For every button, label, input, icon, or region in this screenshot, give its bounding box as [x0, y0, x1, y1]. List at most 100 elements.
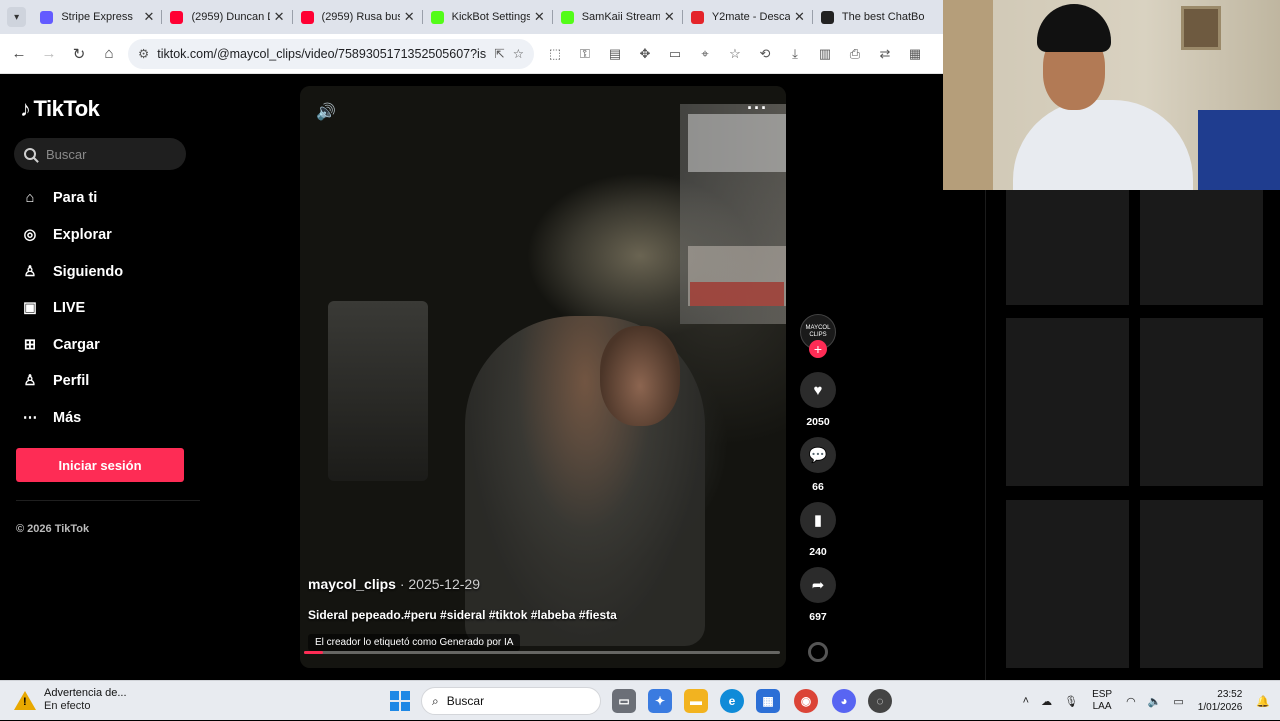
- music-disc-icon[interactable]: [808, 642, 828, 662]
- nav-item-live[interactable]: ▣ LIVE: [20, 298, 85, 318]
- chevron-up-icon[interactable]: ˄: [1023, 695, 1029, 707]
- ai-generated-label: El creador lo etiquetó como Generado por…: [308, 634, 521, 651]
- notification-bell-icon[interactable]: 🔔: [1256, 695, 1270, 708]
- nav-item-siguiendo[interactable]: ♙ Siguiendo: [20, 262, 124, 282]
- tab-title: Y2mate - Descar: [711, 11, 790, 23]
- tiktok-logo[interactable]: ♪ TikTok: [20, 96, 100, 122]
- clock[interactable]: 23:52 1/01/2026: [1198, 688, 1243, 714]
- compass-icon: ◎: [23, 227, 37, 243]
- author-name[interactable]: maycol_clips: [308, 576, 396, 592]
- onedrive-icon[interactable]: ☁: [1041, 695, 1052, 708]
- translate-icon[interactable]: ⇄: [870, 39, 900, 69]
- close-tab-icon[interactable]: ✕: [794, 9, 805, 25]
- close-tab-icon[interactable]: ✕: [144, 9, 155, 25]
- payment-card-icon[interactable]: ▭: [660, 39, 690, 69]
- nav-label: Explorar: [53, 227, 112, 243]
- nav-item-explorar[interactable]: ◎ Explorar: [20, 225, 112, 245]
- nav-item-perfil[interactable]: ♙ Perfil: [20, 371, 90, 391]
- close-tab-icon[interactable]: ✕: [664, 9, 675, 25]
- favorites-icon[interactable]: ☆: [720, 39, 750, 69]
- webcam-overlay: [943, 0, 1280, 190]
- warning-title: Advertencia de...: [44, 687, 127, 699]
- browser-tab[interactable]: Y2mate - Descar ✕: [683, 0, 813, 34]
- tiktok-page: ♪ TikTok Buscar ⌂ Para ti ◎ Explorar ♙ Sigu…: [0, 74, 943, 680]
- avatar-text: MAYCOL CLIPS: [805, 325, 831, 338]
- nav-item-cargar[interactable]: ⊞ Cargar: [20, 335, 100, 355]
- video-progress-bar[interactable]: [304, 651, 780, 654]
- like-heart-icon[interactable]: ♥: [800, 372, 836, 408]
- password-key-icon[interactable]: ⚿: [570, 39, 600, 69]
- nav-item-para-ti[interactable]: ⌂ Para ti: [20, 188, 98, 208]
- kickbot-favicon-icon: [430, 10, 444, 24]
- browser-tab[interactable]: SamKaii Stream ✕: [553, 0, 683, 34]
- reading-list-icon[interactable]: ▤: [600, 39, 630, 69]
- history-icon[interactable]: ⟲: [750, 39, 780, 69]
- delete-icon[interactable]: ▥: [810, 39, 840, 69]
- task-view-icon[interactable]: ▭: [612, 689, 636, 713]
- gallery-thumbnail[interactable]: [1006, 500, 1129, 668]
- security-warning[interactable]: ! Advertencia de... En efecto: [14, 687, 127, 713]
- close-tab-icon[interactable]: ✕: [274, 9, 285, 25]
- home-icon[interactable]: ⌂: [94, 39, 124, 69]
- print-icon[interactable]: ⎙: [840, 39, 870, 69]
- chrome-browser-icon[interactable]: ◉: [794, 689, 818, 713]
- extensions-icon[interactable]: ⬚: [540, 39, 570, 69]
- nav-item-mas[interactable]: ⋯ Más: [20, 408, 81, 428]
- location-pin-icon[interactable]: ⌖: [690, 39, 720, 69]
- wifi-icon[interactable]: ◠: [1126, 695, 1136, 708]
- tab-search-button[interactable]: ▾: [7, 7, 27, 27]
- browser-tab[interactable]: KickBot Settings ✕: [423, 0, 553, 34]
- y2mate-favicon-icon: [690, 10, 704, 24]
- search-input[interactable]: Buscar: [14, 138, 186, 170]
- comment-bubble-icon[interactable]: 💬: [800, 437, 836, 473]
- follow-plus-icon[interactable]: +: [809, 340, 827, 358]
- gallery-thumbnail[interactable]: [1140, 500, 1263, 668]
- browser-toolbar: ← → ↻ ⌂ ⚙ tiktok.com/@maycol_clips/video…: [0, 34, 943, 74]
- webcam-person-shirt: [1013, 100, 1193, 190]
- close-tab-icon[interactable]: ✕: [534, 9, 545, 25]
- language-indicator[interactable]: ESP LAA: [1092, 689, 1112, 713]
- reload-icon[interactable]: ↻: [64, 39, 94, 69]
- volume-icon[interactable]: 🔊: [316, 102, 336, 122]
- more-options-icon[interactable]: ···: [747, 98, 768, 119]
- browser-tab[interactable]: (2959) Duncan D ✕: [162, 0, 293, 34]
- browser-tab[interactable]: The best ChatBo: [813, 0, 943, 34]
- browser-tab[interactable]: (2959) Rusa busc ✕: [293, 0, 423, 34]
- clock-date: 1/01/2026: [1197, 702, 1243, 713]
- comment-count: 66: [812, 481, 824, 493]
- keyboard-layout: LAA: [1092, 701, 1112, 712]
- taskbar-search[interactable]: ⌕ Buscar: [421, 687, 601, 715]
- copilot-icon[interactable]: ✦: [648, 689, 672, 713]
- close-tab-icon[interactable]: ✕: [404, 9, 415, 25]
- browser-tab[interactable]: Stripe Express ✕: [32, 0, 163, 34]
- windows-start-icon[interactable]: [390, 691, 410, 711]
- microsoft-store-icon[interactable]: ▦: [756, 689, 780, 713]
- gallery-thumbnail[interactable]: [1006, 318, 1129, 486]
- battery-icon[interactable]: ▭: [1173, 695, 1183, 708]
- share-arrow-icon[interactable]: ➦: [800, 567, 836, 603]
- file-explorer-icon[interactable]: ▬: [684, 689, 708, 713]
- video-player[interactable]: 🔊 ··· maycol_clips · 2025-12-29 Sideral …: [300, 86, 786, 668]
- apps-grid-icon[interactable]: ▦: [900, 39, 930, 69]
- volume-icon[interactable]: 🔈: [1148, 695, 1162, 708]
- discord-icon[interactable]: ◕: [832, 689, 856, 713]
- video-author[interactable]: maycol_clips · 2025-12-29: [308, 576, 480, 592]
- address-bar[interactable]: ⚙ tiktok.com/@maycol_clips/video/7589305…: [128, 38, 534, 69]
- microphone-icon[interactable]: 🎙: [1064, 695, 1078, 708]
- obs-app-icon[interactable]: ◌: [868, 689, 892, 713]
- login-button[interactable]: Iniciar sesión: [16, 448, 184, 482]
- edge-browser-icon[interactable]: e: [720, 689, 744, 713]
- nav-label: LIVE: [53, 300, 86, 316]
- gallery-thumbnail[interactable]: [1140, 318, 1263, 486]
- gallery-thumbnail[interactable]: [1006, 190, 1129, 305]
- forward-arrow-icon[interactable]: →: [34, 39, 64, 69]
- download-icon[interactable]: ⤓: [780, 39, 810, 69]
- extension-puzzle-icon[interactable]: ✥: [630, 39, 660, 69]
- bookmark-star-icon[interactable]: ☆: [513, 46, 524, 61]
- gallery-thumbnail[interactable]: [1140, 190, 1263, 305]
- kick-favicon-icon: [560, 10, 574, 24]
- site-info-icon[interactable]: ⚙: [138, 46, 149, 61]
- bookmark-icon[interactable]: ▮: [800, 502, 836, 538]
- install-app-icon[interactable]: ⇱: [494, 46, 504, 61]
- back-arrow-icon[interactable]: ←: [4, 39, 34, 69]
